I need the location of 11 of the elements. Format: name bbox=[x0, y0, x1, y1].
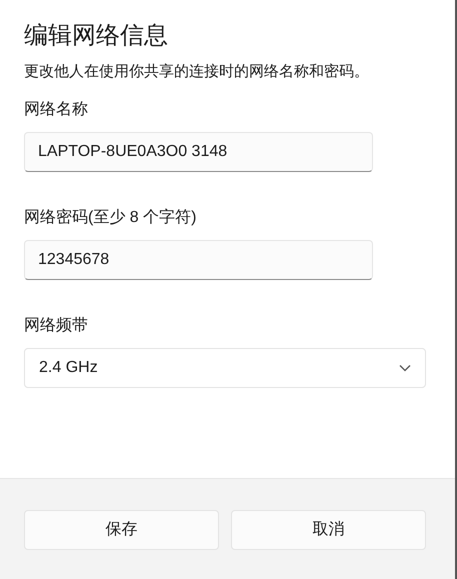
dialog-title: 编辑网络信息 bbox=[24, 21, 169, 51]
band-dropdown[interactable]: 2.4 GHz bbox=[24, 348, 426, 388]
cancel-button[interactable]: 取消 bbox=[231, 510, 426, 550]
field-label: 网络频带 bbox=[24, 316, 89, 336]
field-label: 网络密码(至少 8 个字符) bbox=[24, 208, 198, 228]
input-field[interactable]: LAPTOP-8UE0A3O0 3148 bbox=[24, 132, 373, 172]
dialog-description: 更改他人在使用你共享的连接时的网络名称和密码。 bbox=[24, 62, 370, 82]
input-field[interactable]: 12345678 bbox=[24, 240, 373, 280]
save-button[interactable]: 保存 bbox=[24, 510, 219, 550]
chevron-down-icon bbox=[399, 364, 411, 372]
field-label: 网络名称 bbox=[24, 100, 89, 120]
